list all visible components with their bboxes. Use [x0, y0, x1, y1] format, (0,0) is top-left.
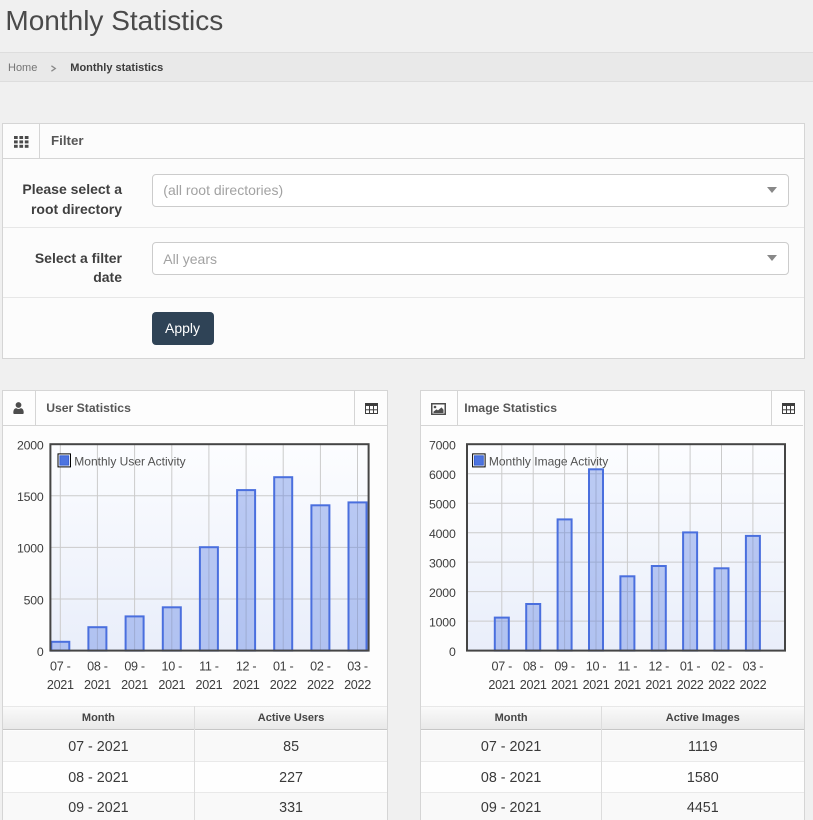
svg-text:08 -: 08 - — [523, 660, 544, 674]
svg-text:07 -: 07 - — [50, 660, 71, 674]
svg-text:2021: 2021 — [551, 678, 578, 692]
svg-text:02 -: 02 - — [310, 660, 331, 674]
svg-text:2021: 2021 — [195, 678, 222, 692]
svg-text:09 -: 09 - — [124, 660, 145, 674]
svg-text:2000: 2000 — [17, 439, 44, 453]
svg-text:2022: 2022 — [344, 678, 371, 692]
svg-text:2021: 2021 — [121, 678, 148, 692]
svg-text:2021: 2021 — [84, 678, 111, 692]
svg-text:08 -: 08 - — [87, 660, 108, 674]
svg-text:2022: 2022 — [739, 678, 766, 692]
svg-text:1500: 1500 — [17, 490, 44, 504]
svg-text:03 -: 03 - — [743, 660, 764, 674]
svg-text:3000: 3000 — [429, 556, 456, 570]
svg-text:5000: 5000 — [429, 498, 456, 512]
svg-text:2021: 2021 — [158, 678, 185, 692]
svg-text:4000: 4000 — [429, 527, 456, 541]
svg-text:2021: 2021 — [488, 678, 515, 692]
svg-text:2022: 2022 — [677, 678, 704, 692]
svg-text:02 -: 02 - — [711, 660, 732, 674]
svg-text:07 -: 07 - — [492, 660, 513, 674]
svg-text:12 -: 12 - — [649, 660, 670, 674]
svg-text:2021: 2021 — [614, 678, 641, 692]
svg-text:7000: 7000 — [429, 439, 456, 453]
svg-text:2021: 2021 — [645, 678, 672, 692]
svg-text:01 -: 01 - — [273, 660, 294, 674]
svg-text:1000: 1000 — [429, 615, 456, 629]
svg-text:2021: 2021 — [47, 678, 74, 692]
svg-text:2000: 2000 — [429, 586, 456, 600]
svg-text:1000: 1000 — [17, 542, 44, 556]
svg-text:11 -: 11 - — [199, 660, 219, 674]
svg-text:2022: 2022 — [307, 678, 334, 692]
svg-text:0: 0 — [449, 645, 456, 659]
svg-text:Monthly Image Activity: Monthly Image Activity — [489, 454, 608, 468]
svg-text:11 -: 11 - — [618, 660, 638, 674]
svg-text:10 -: 10 - — [162, 660, 183, 674]
svg-text:Monthly User Activity: Monthly User Activity — [74, 454, 185, 468]
svg-text:2022: 2022 — [708, 678, 735, 692]
svg-text:2021: 2021 — [233, 678, 260, 692]
svg-text:10 -: 10 - — [586, 660, 607, 674]
svg-text:01 -: 01 - — [680, 660, 701, 674]
svg-text:0: 0 — [37, 645, 44, 659]
svg-text:09 -: 09 - — [554, 660, 575, 674]
svg-text:2021: 2021 — [520, 678, 547, 692]
svg-text:6000: 6000 — [429, 468, 456, 482]
svg-text:500: 500 — [24, 593, 44, 607]
svg-text:03 -: 03 - — [347, 660, 368, 674]
svg-text:2022: 2022 — [270, 678, 297, 692]
svg-text:12 -: 12 - — [236, 660, 257, 674]
svg-text:2021: 2021 — [583, 678, 610, 692]
